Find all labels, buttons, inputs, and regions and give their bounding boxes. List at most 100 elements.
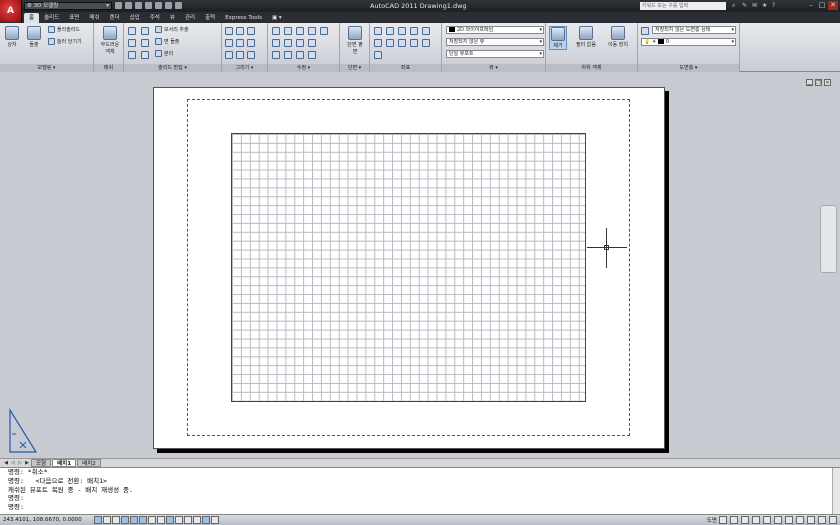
panel-title[interactable]: 수정 ▾ <box>268 64 339 72</box>
polygon-icon[interactable] <box>225 51 233 59</box>
showmotion-icon[interactable] <box>774 516 782 524</box>
transparency-icon[interactable] <box>184 516 192 524</box>
quick-view-layouts-icon[interactable] <box>719 516 727 524</box>
spline-icon[interactable] <box>247 27 255 35</box>
lock-icon[interactable] <box>796 516 804 524</box>
application-menu-button[interactable]: A <box>0 0 22 22</box>
tab-surface[interactable]: 표면 <box>64 13 84 23</box>
named-view-dropdown[interactable]: 저장되지 않은 뷰 ▾ <box>446 38 544 46</box>
minimize-icon[interactable]: – <box>806 1 816 10</box>
otrack-icon[interactable] <box>148 516 156 524</box>
smooth-object-button[interactable]: 부드러운 객체 <box>99 26 121 55</box>
workspace-switch-icon[interactable] <box>785 516 793 524</box>
panel-title[interactable]: 모델링 ▾ <box>0 64 93 72</box>
ucs-x-icon[interactable] <box>398 27 406 35</box>
tab-insert[interactable]: 삽입 <box>125 13 145 23</box>
snap-icon[interactable] <box>94 516 102 524</box>
new-icon[interactable] <box>115 2 122 9</box>
extrude-button[interactable]: 돌출 <box>25 26 43 48</box>
communication-icon[interactable]: ✉ <box>752 2 759 9</box>
open-icon[interactable] <box>125 2 132 9</box>
coordinate-readout[interactable]: 243.4101, 108.6670, 0.0000 <box>0 517 94 523</box>
pencil-icon[interactable] <box>308 51 316 59</box>
tab-home[interactable]: 홈 <box>24 13 40 23</box>
redo-icon[interactable] <box>165 2 172 9</box>
visual-style-dropdown[interactable]: 2D 와이어프레임 ▾ <box>446 26 544 34</box>
rotate-icon[interactable] <box>284 27 292 35</box>
box-button[interactable]: 상자 <box>3 26 21 48</box>
tab-model[interactable]: 모형 <box>31 459 52 467</box>
interfere-icon[interactable] <box>141 39 149 47</box>
ucs-z-icon[interactable] <box>422 27 430 35</box>
ucs-y-icon[interactable] <box>410 27 418 35</box>
ucs-world-icon[interactable] <box>386 27 394 35</box>
ucs-named-icon[interactable] <box>374 51 382 59</box>
polar-icon[interactable] <box>121 516 129 524</box>
union-icon[interactable] <box>128 27 136 35</box>
selection-cycling-icon[interactable] <box>202 516 210 524</box>
erase-icon[interactable] <box>296 51 304 59</box>
hardware-acceleration-icon[interactable] <box>807 516 815 524</box>
save-icon[interactable] <box>135 2 142 9</box>
tab-render[interactable]: 렌더 <box>105 13 125 23</box>
ucs-origin-icon[interactable] <box>374 39 382 47</box>
help-icon[interactable]: ? <box>772 2 779 9</box>
tab-more[interactable]: ▣ ▾ <box>267 13 287 23</box>
ucs-3point-icon[interactable] <box>398 39 406 47</box>
maximize-icon[interactable]: □ <box>817 1 827 10</box>
doc-minimize-icon[interactable]: ▁ <box>806 79 813 86</box>
grid-icon[interactable] <box>103 516 111 524</box>
layout-viewport[interactable] <box>231 133 586 402</box>
command-scrollbar[interactable] <box>832 468 840 515</box>
tab-output[interactable]: 출력 <box>200 13 220 23</box>
panel-title[interactable]: 도면층 ▾ <box>638 64 739 72</box>
plot-icon[interactable] <box>175 2 182 9</box>
undo-icon[interactable] <box>155 2 162 9</box>
3d-osnap-icon[interactable] <box>139 516 147 524</box>
tab-view[interactable]: 뷰 <box>165 13 180 23</box>
arc-icon[interactable] <box>236 27 244 35</box>
tab-express-tools[interactable]: Express Tools <box>220 13 267 23</box>
offset-icon[interactable] <box>284 51 292 59</box>
scale-icon[interactable] <box>272 27 280 35</box>
dyn-icon[interactable] <box>166 516 174 524</box>
3d-align-icon[interactable] <box>296 39 304 47</box>
pan-icon[interactable] <box>741 516 749 524</box>
viewport-config-dropdown[interactable]: 단일 뷰포트 ▾ <box>446 50 544 58</box>
tab-layout2[interactable]: 배치2 <box>77 459 101 467</box>
thicken-icon[interactable] <box>141 51 149 59</box>
steering-wheel-icon[interactable] <box>763 516 771 524</box>
layer-dropdown[interactable]: 💡 ☀ 0 ▾ <box>641 38 736 46</box>
ellipse-icon[interactable] <box>247 51 255 59</box>
first-tab-icon[interactable]: ◀ <box>3 460 9 466</box>
move-icon[interactable] <box>296 27 304 35</box>
panel-title[interactable]: 메쉬 <box>94 64 123 72</box>
tab-mesh[interactable]: 메쉬 <box>84 13 104 23</box>
3d-mirror-icon[interactable] <box>308 39 316 47</box>
isolate-objects-icon[interactable] <box>818 516 826 524</box>
subtract-icon[interactable] <box>128 39 136 47</box>
doc-close-icon[interactable]: ✕ <box>824 79 831 86</box>
fillet-icon[interactable] <box>272 39 280 47</box>
extract-edges-button[interactable]: 모서리 추출 <box>155 26 189 35</box>
ucs-view-icon[interactable] <box>410 39 418 47</box>
tab-annotate[interactable]: 주석 <box>145 13 165 23</box>
navigation-bar[interactable] <box>820 205 837 273</box>
ucs-object-icon[interactable] <box>422 39 430 47</box>
presspull-button[interactable]: 눌러 당기기 <box>48 38 82 47</box>
clean-screen-icon[interactable] <box>829 516 837 524</box>
rectangle-icon[interactable] <box>236 51 244 59</box>
panel-title[interactable]: 뷰 ▾ <box>442 64 545 72</box>
doc-restore-icon[interactable]: ❐ <box>815 79 822 86</box>
tab-solid[interactable]: 솔리드 <box>39 13 64 23</box>
save-as-icon[interactable] <box>145 2 152 9</box>
lineweight-icon[interactable] <box>175 516 183 524</box>
prev-tab-icon[interactable]: ◁ <box>10 460 16 466</box>
panel-title[interactable]: 그리기 ▾ <box>222 64 267 72</box>
panel-title[interactable]: 단면 ▾ <box>340 64 369 72</box>
move-gizmo-button[interactable]: 이동 장치 <box>606 26 630 48</box>
tab-layout1[interactable]: 배치1 <box>52 459 77 467</box>
search-input[interactable]: 키워드 또는 구를 입력 <box>640 2 726 10</box>
polyline-icon[interactable] <box>225 27 233 35</box>
separate-button[interactable]: 분리 <box>155 50 173 59</box>
